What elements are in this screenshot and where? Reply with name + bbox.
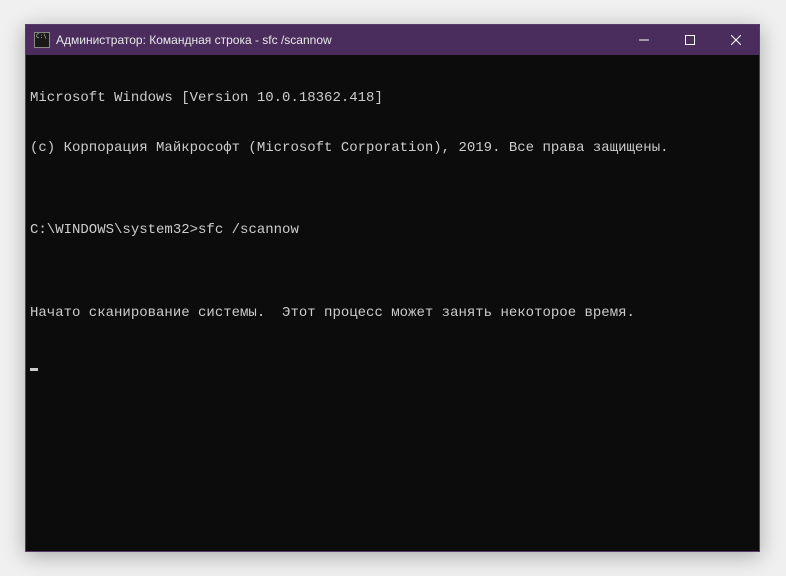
window-title: Администратор: Командная строка - sfc /s… xyxy=(56,33,621,47)
titlebar[interactable]: Администратор: Командная строка - sfc /s… xyxy=(26,25,759,55)
terminal-output[interactable]: Microsoft Windows [Version 10.0.18362.41… xyxy=(26,55,759,551)
cursor xyxy=(30,354,755,371)
status-line: Начато сканирование системы. Этот процес… xyxy=(30,305,755,322)
prompt-line: C:\WINDOWS\system32>sfc /scannow xyxy=(30,222,755,239)
minimize-button[interactable] xyxy=(621,25,667,55)
cmd-window: Администратор: Командная строка - sfc /s… xyxy=(25,24,760,552)
command-text: sfc /scannow xyxy=(198,222,299,239)
close-button[interactable] xyxy=(713,25,759,55)
window-controls xyxy=(621,25,759,55)
close-icon xyxy=(731,35,741,45)
prompt-text: C:\WINDOWS\system32> xyxy=(30,222,198,239)
minimize-icon xyxy=(639,35,649,45)
cmd-icon xyxy=(34,32,50,48)
version-line: Microsoft Windows [Version 10.0.18362.41… xyxy=(30,90,755,107)
maximize-button[interactable] xyxy=(667,25,713,55)
copyright-line: (c) Корпорация Майкрософт (Microsoft Cor… xyxy=(30,140,755,157)
maximize-icon xyxy=(685,35,695,45)
